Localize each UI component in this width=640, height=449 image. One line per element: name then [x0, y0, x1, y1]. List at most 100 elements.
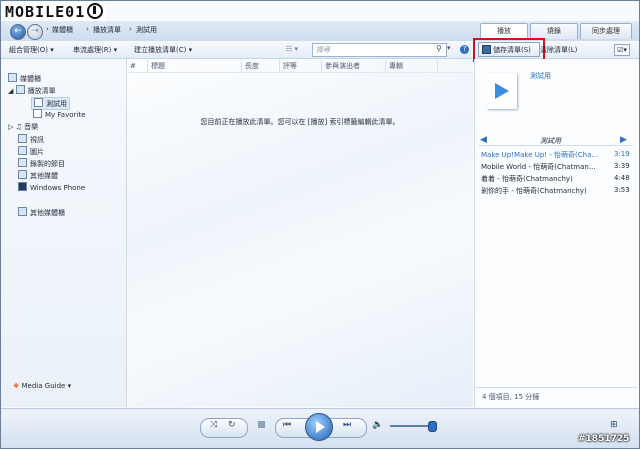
track-title[interactable]: 着着 - 怡萌奇(Chatmanchy) [481, 174, 609, 184]
track-title[interactable]: 剝你的手 - 怡萌奇(Chatmanchy) [481, 186, 609, 196]
track-title[interactable]: Make Up!Make Up! - 怡萌奇(Cha... [481, 150, 599, 160]
stop-icon[interactable] [258, 421, 265, 428]
nav-other-media[interactable]: 其他媒體 [18, 170, 58, 181]
mobile01-logo: MOBILE01 [2, 2, 107, 22]
track-title[interactable]: Mobile World - 怡萌奇(Chatman... [481, 162, 609, 172]
column-artist[interactable]: 參與演出者 [322, 60, 386, 72]
nav-library[interactable]: 媒體櫃 [8, 73, 41, 84]
column-album[interactable]: 專輯 [386, 60, 438, 72]
organize-menu[interactable]: 組合管理(O) ▾ [9, 45, 54, 55]
list-forward-arrow-icon[interactable]: ▶ [620, 135, 627, 145]
watermark: #1851725 [578, 434, 630, 444]
list-options-icon[interactable]: ☑▾ [614, 44, 630, 56]
switch-to-now-playing-icon[interactable]: ⊞ [610, 420, 618, 430]
volume-icon[interactable]: 🔈 [372, 420, 383, 430]
nav-music-label: 音樂 [24, 123, 39, 131]
organize-label: 組合管理(O) [9, 46, 48, 54]
pictures-icon [18, 146, 27, 155]
chevron-down-icon: ▾ [50, 46, 54, 54]
nav-playlist-fav-label: My Favorite [45, 111, 86, 119]
nav-playlist-test-label: 測試用 [46, 100, 67, 108]
tab-play[interactable]: 播放 [480, 23, 528, 39]
previous-icon[interactable]: ⏮ [283, 420, 291, 430]
recorded-tv-icon [18, 158, 27, 167]
list-pane [474, 59, 639, 407]
breadcrumb-separator-icon: › [129, 25, 132, 33]
create-playlist-label: 建立播放清單(C) [134, 46, 187, 54]
other-libraries-icon [18, 207, 27, 216]
back-button[interactable]: ← [10, 24, 26, 40]
nav-other-libraries-label: 其他媒體櫃 [30, 209, 65, 217]
breadcrumb-playlists[interactable]: 播放清單 [93, 25, 121, 35]
chevron-down-icon: ▾ [67, 382, 72, 390]
search-icon[interactable]: ⚲ [436, 44, 442, 53]
tab-burn[interactable]: 燒錄 [530, 23, 578, 39]
next-icon[interactable]: ⏭ [343, 420, 351, 430]
breadcrumb-separator-icon: › [46, 25, 49, 33]
other-media-icon [18, 170, 27, 179]
list-divider [478, 145, 633, 146]
album-art [487, 73, 517, 109]
stream-menu[interactable]: 串流處理(R) ▾ [73, 45, 117, 55]
column-number[interactable]: # [127, 60, 148, 72]
repeat-icon[interactable]: ↻ [228, 420, 236, 430]
create-playlist-menu[interactable]: 建立播放清單(C) ▾ [134, 45, 192, 55]
nav-playlist-favorite[interactable]: My Favorite [33, 109, 85, 119]
nav-recorded-tv[interactable]: 錄製的節目 [18, 158, 65, 169]
clear-list-button[interactable]: 清除清單(L) [540, 45, 577, 55]
column-title[interactable]: 標題 [148, 60, 242, 72]
view-options-icon[interactable]: ☷ ▾ [286, 45, 298, 53]
nav-other-libraries[interactable]: 其他媒體櫃 [18, 207, 65, 218]
nav-other-media-label: 其他媒體 [30, 172, 58, 180]
play-button[interactable] [305, 413, 333, 441]
nav-recorded-tv-label: 錄製的節目 [30, 160, 65, 168]
chevron-down-icon: ▾ [188, 46, 193, 54]
help-icon[interactable]: ? [460, 45, 469, 54]
column-length[interactable]: 長度 [242, 60, 280, 72]
shuffle-icon[interactable]: ⤨ [210, 420, 217, 430]
nav-music[interactable]: ▷ ♫ 音樂 [8, 122, 38, 132]
forward-button[interactable]: → [27, 24, 43, 40]
search-dropdown-icon[interactable]: ▾ [447, 44, 451, 52]
breadcrumb-separator-icon: › [86, 25, 89, 33]
expand-arrow-icon: ◢ [8, 87, 14, 95]
search-input[interactable]: 搜尋 [312, 43, 447, 57]
search-placeholder: 搜尋 [316, 46, 330, 54]
media-guide[interactable]: ❖ Media Guide ▾ [13, 382, 71, 390]
nav-video[interactable]: 視訊 [18, 134, 44, 145]
playlist-name[interactable]: 測試用 [530, 71, 551, 81]
nav-windows-phone-label: Windows Phone [30, 184, 86, 192]
track-duration: 3:19 [614, 150, 630, 158]
windows-logo-icon: ❖ [13, 382, 20, 390]
breadcrumb-library[interactable]: 媒體櫃 [52, 25, 73, 35]
list-back-arrow-icon[interactable]: ◀ [480, 135, 487, 145]
media-guide-label: Media Guide [21, 382, 66, 390]
playlist-item-icon [33, 109, 42, 118]
track-duration: 3:39 [614, 162, 630, 170]
music-icon: ♫ [15, 123, 22, 131]
logo-text: MOBILE01 [5, 3, 86, 21]
summary-divider [474, 387, 638, 388]
nav-library-label: 媒體櫃 [20, 75, 41, 83]
track-duration: 3:53 [614, 186, 630, 194]
header-divider [127, 72, 473, 73]
column-rating[interactable]: 評等 [280, 60, 322, 72]
nav-pictures[interactable]: 圖片 [18, 146, 44, 157]
logo-eye-icon [87, 3, 104, 19]
nav-video-label: 視訊 [30, 136, 44, 144]
nav-pictures-label: 圖片 [30, 148, 44, 156]
tab-sync[interactable]: 同步處理 [580, 23, 632, 39]
nav-playlists-label: 播放清單 [27, 87, 56, 95]
play-icon [495, 83, 509, 99]
nav-playlists[interactable]: ◢ 播放清單 [8, 85, 56, 96]
volume-handle[interactable] [428, 421, 437, 432]
list-area [127, 59, 473, 407]
library-icon [8, 73, 17, 82]
breadcrumb-current[interactable]: 測試用 [136, 25, 157, 35]
shuffle-repeat-group [200, 418, 248, 438]
nav-windows-phone[interactable]: Windows Phone [18, 182, 85, 192]
stream-label: 串流處理(R) [73, 46, 112, 54]
list-summary: 4 個項目, 15 分鐘 [482, 393, 540, 401]
expand-arrow-icon: ▷ [8, 123, 14, 131]
playlist-item-icon [34, 98, 43, 107]
